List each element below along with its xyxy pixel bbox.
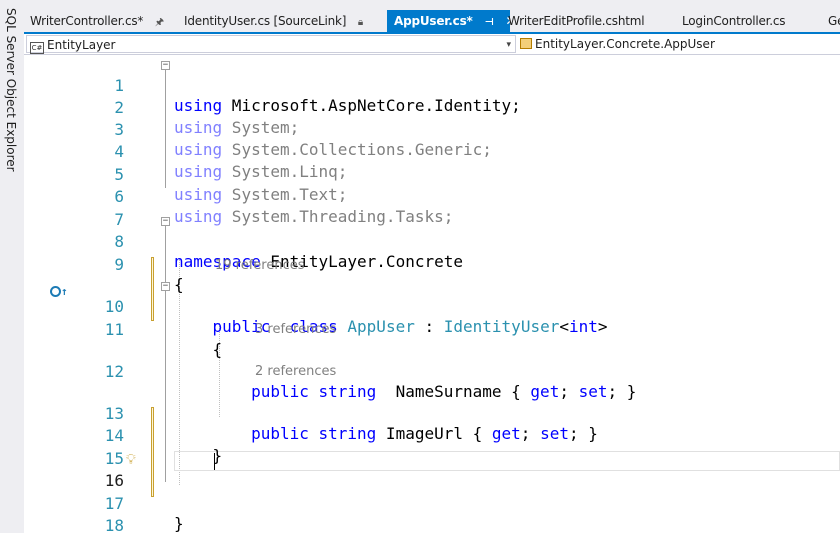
side-tool-strip: SQL Server Object Explorer — [0, 0, 25, 533]
code-line: 3 using System.Collections.Generic; — [24, 100, 840, 159]
code-line: 9 { — [24, 235, 840, 294]
tab-label: WriterEditProfile.cshtml — [508, 14, 645, 28]
codelens-references[interactable]: 2 references — [255, 364, 336, 380]
tab-identity-user[interactable]: IdentityUser.cs [SourceLink] 🔒︎ — [184, 10, 380, 34]
code-line-current: 16 — [24, 451, 840, 490]
code-line: 17 } — [24, 474, 840, 533]
codelens-references[interactable]: 19 references — [215, 258, 305, 274]
code-line: 8 namespace EntityLayer.Concrete — [24, 212, 840, 271]
code-line: 15 — [24, 429, 840, 468]
code-editor[interactable]: ↑ − − − 1 using Microsoft.AspNetCore.Ide… — [24, 55, 840, 535]
line-text: public class AppUser : IdentityUser<int> — [212, 317, 608, 336]
code-line: 10 public class AppUser : IdentityUser<i… — [24, 277, 840, 336]
code-line: 5 using System.Text; — [24, 145, 840, 204]
text-caret — [214, 453, 215, 470]
code-line: 1 using Microsoft.AspNetCore.Identity; — [24, 56, 840, 115]
navigation-bar: C# EntityLayer ▾ EntityLayer.Concrete.App… — [24, 34, 840, 55]
tab-label: WriterController.cs* — [30, 14, 144, 28]
type-name: EntityLayer.Concrete.AppUser — [535, 37, 715, 51]
tab-writer-edit-profile[interactable]: WriterEditProfile.cshtml — [508, 10, 678, 34]
line-number: 12 — [104, 362, 124, 381]
tab-label: LoginController.cs — [682, 14, 786, 28]
tab-label: Ge — [828, 14, 840, 28]
sql-server-object-explorer-tab[interactable]: SQL Server Object Explorer — [4, 8, 18, 172]
project-name: EntityLayer — [47, 38, 116, 52]
tab-overflow[interactable]: Ge — [828, 10, 840, 34]
document-tab-bar: WriterController.cs* 🖈︎ IdentityUser.cs … — [24, 0, 840, 34]
tab-login-controller[interactable]: LoginController.cs — [682, 10, 812, 34]
tab-label: AppUser.cs* — [394, 14, 473, 28]
chevron-down-icon[interactable]: ▾ — [506, 36, 511, 54]
tab-label: IdentityUser.cs [SourceLink] — [184, 14, 347, 28]
project-dropdown[interactable]: C# EntityLayer ▾ — [26, 35, 516, 54]
code-line: 6 using System.Threading.Tasks; — [24, 167, 840, 226]
line-text: } — [174, 514, 184, 533]
line-number: 9 — [114, 255, 124, 274]
lock-icon: 🔒︎ — [357, 17, 364, 28]
lightbulb-icon[interactable]: 💡︎ — [126, 451, 142, 469]
code-line: 4 using System.Linq; — [24, 122, 840, 181]
pin-icon[interactable]: 🖈︎ — [155, 12, 164, 34]
codelens-references[interactable]: 3 references — [255, 322, 336, 338]
tab-app-user[interactable]: AppUser.cs* ⊣ ✕ — [387, 10, 510, 34]
code-line: 18 — [24, 496, 840, 535]
code-line: 14 } — [24, 406, 840, 465]
code-line: 11 { — [24, 300, 840, 359]
code-line: 2 using System; — [24, 78, 840, 137]
line-number: 11 — [104, 320, 124, 339]
code-line: 13 public string ImageUrl { get; set; } — [24, 384, 840, 443]
pin-icon[interactable]: ⊣ — [485, 12, 494, 34]
line-number: 18 — [104, 516, 124, 535]
class-icon — [520, 38, 532, 49]
tab-writer-controller[interactable]: WriterController.cs* 🖈︎ — [30, 10, 180, 34]
code-line: 7 — [24, 190, 840, 229]
csharp-project-icon: C# — [30, 42, 44, 54]
code-line: 12 public string NameSurname { get; set;… — [24, 342, 840, 401]
type-dropdown[interactable]: EntityLayer.Concrete.AppUser — [518, 35, 840, 53]
